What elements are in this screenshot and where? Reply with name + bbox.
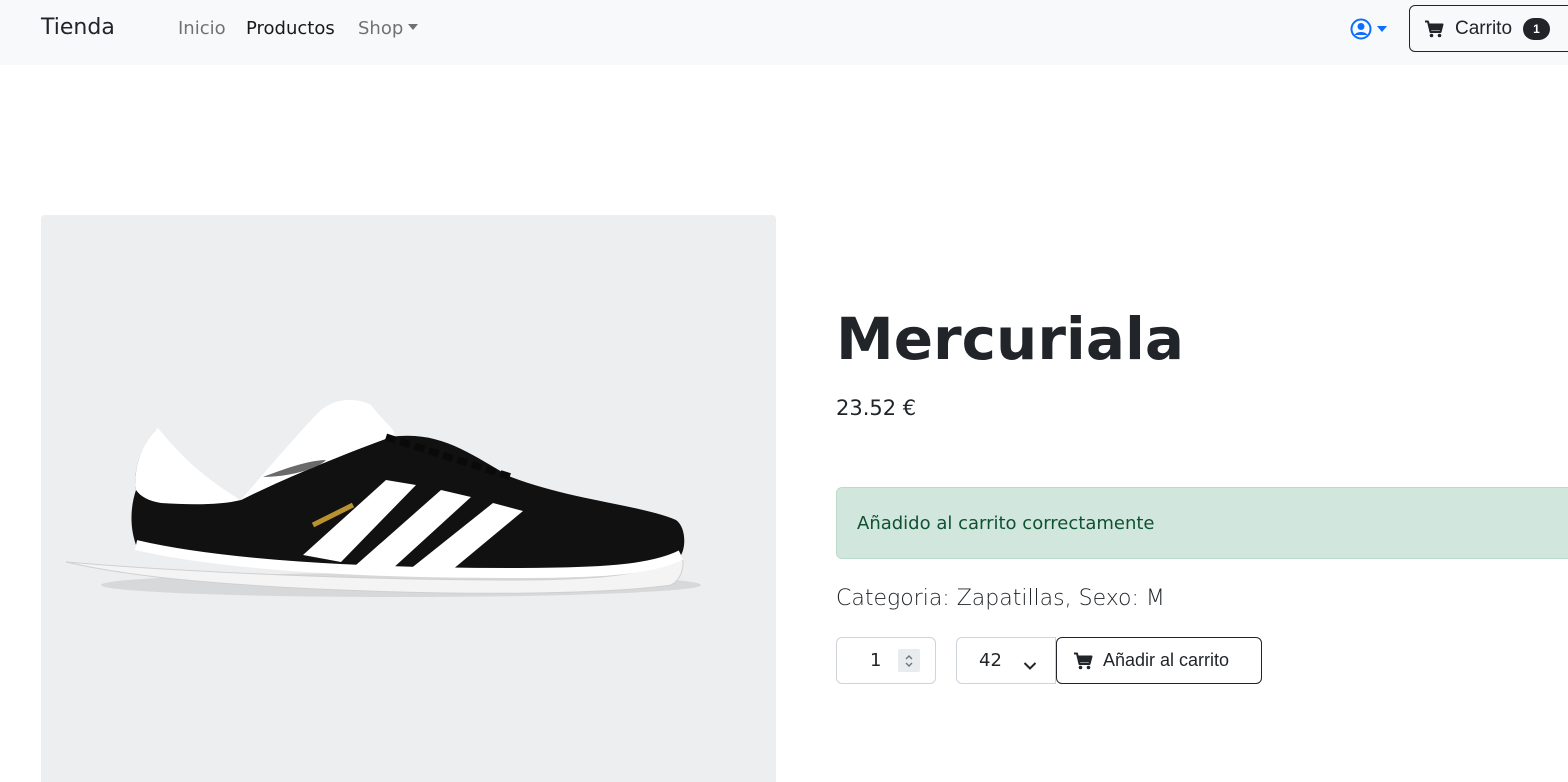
product-category-text: Categoria: Zapatillas, Sexo: M — [836, 586, 1165, 611]
cart-count-badge: 1 — [1523, 17, 1551, 40]
nav-link-productos[interactable]: Productos — [246, 18, 335, 39]
size-value: 42 — [979, 650, 1002, 671]
navbar: Tienda Inicio Productos Shop Carrito 1 — [0, 0, 1568, 65]
cart-button[interactable]: Carrito 1 — [1409, 5, 1568, 52]
product-title: Mercuriala — [836, 305, 1184, 373]
chevron-down-icon — [1023, 655, 1037, 676]
nav-shop-label: Shop — [358, 18, 404, 39]
caret-down-icon — [408, 24, 419, 30]
add-to-cart-button[interactable]: Añadir al carrito — [1056, 637, 1262, 684]
user-menu-dropdown[interactable] — [1350, 18, 1387, 40]
nav-dropdown-shop[interactable]: Shop — [358, 18, 419, 39]
cart-icon — [1073, 652, 1093, 670]
quantity-value: 1 — [870, 650, 882, 671]
product-price: 23.52 € — [836, 396, 917, 420]
quantity-stepper[interactable]: 1 — [836, 637, 936, 684]
spinner-icon[interactable] — [898, 649, 920, 672]
success-alert: Añadido al carrito correctamente — [836, 487, 1568, 559]
product-image — [41, 215, 776, 782]
cart-label: Carrito — [1455, 17, 1513, 39]
size-select[interactable]: 42 — [956, 637, 1056, 684]
sneaker-image — [65, 399, 701, 597]
nav-link-inicio[interactable]: Inicio — [178, 18, 226, 39]
brand-link[interactable]: Tienda — [41, 15, 115, 40]
user-circle-icon — [1350, 18, 1372, 40]
cart-icon — [1424, 20, 1444, 38]
add-to-cart-label: Añadir al carrito — [1103, 650, 1230, 670]
caret-down-icon — [1377, 26, 1387, 32]
